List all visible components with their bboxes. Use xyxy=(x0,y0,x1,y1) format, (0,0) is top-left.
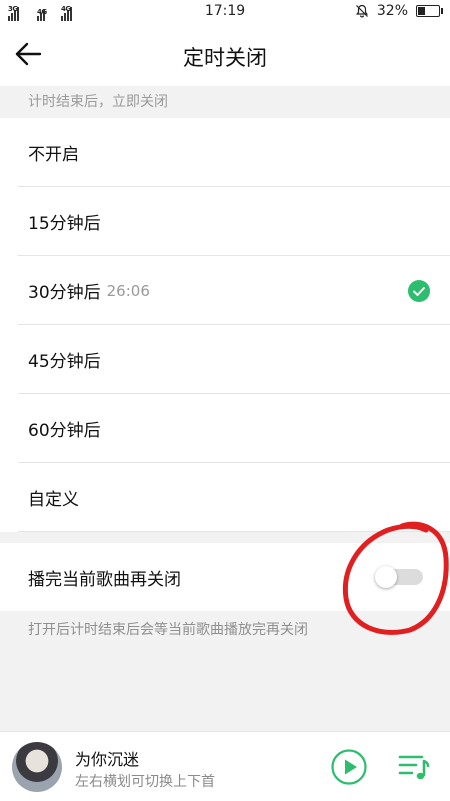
album-cover xyxy=(12,742,62,792)
finish-song-label: 播完当前歌曲再关闭 xyxy=(28,569,181,590)
status-right: 32% xyxy=(355,3,443,19)
status-bar: 3G 4G 4G 17:19 32% xyxy=(0,0,450,24)
option-label: 自定义 xyxy=(28,490,79,510)
option-label: 15分钟后 xyxy=(28,214,101,234)
option-custom[interactable]: 自定义 xyxy=(0,463,450,532)
countdown-text: 26:06 xyxy=(106,281,150,300)
finish-song-toggle[interactable] xyxy=(375,566,423,588)
battery-percent: 32% xyxy=(376,3,408,19)
option-15-min[interactable]: 15分钟后 xyxy=(0,187,450,256)
playlist-icon[interactable] xyxy=(398,752,430,782)
section-hint: 计时结束后，立即关闭 xyxy=(28,94,168,110)
page-title: 定时关闭 xyxy=(183,46,267,70)
mini-player[interactable]: 为你沉迷 左右横划可切换上下首 xyxy=(0,731,450,801)
option-45-min[interactable]: 45分钟后 xyxy=(0,325,450,394)
option-60-min[interactable]: 60分钟后 xyxy=(0,394,450,463)
timer-options-list: 不开启 15分钟后 30分钟后 26:06 45分钟后 60分钟后 自定义 xyxy=(0,118,450,532)
header: 定时关闭 xyxy=(0,24,450,86)
battery-icon xyxy=(416,5,443,17)
song-title: 为你沉迷 xyxy=(75,750,140,769)
option-off[interactable]: 不开启 xyxy=(0,118,450,187)
mute-bell-icon xyxy=(355,4,368,18)
play-icon[interactable] xyxy=(331,749,367,785)
finish-song-row: 播完当前歌曲再关闭 xyxy=(0,543,450,611)
option-label: 不开启 xyxy=(28,145,79,165)
option-label: 30分钟后 xyxy=(28,283,101,303)
song-subtitle: 左右横划可切换上下首 xyxy=(75,774,215,790)
option-label: 45分钟后 xyxy=(28,352,101,372)
option-label: 60分钟后 xyxy=(28,421,101,441)
toggle-knob xyxy=(375,566,397,588)
finish-song-hint: 打开后计时结束后会等当前歌曲播放完再关闭 xyxy=(28,622,308,638)
check-circle-icon xyxy=(408,280,430,302)
option-30-min[interactable]: 30分钟后 26:06 xyxy=(0,256,450,325)
